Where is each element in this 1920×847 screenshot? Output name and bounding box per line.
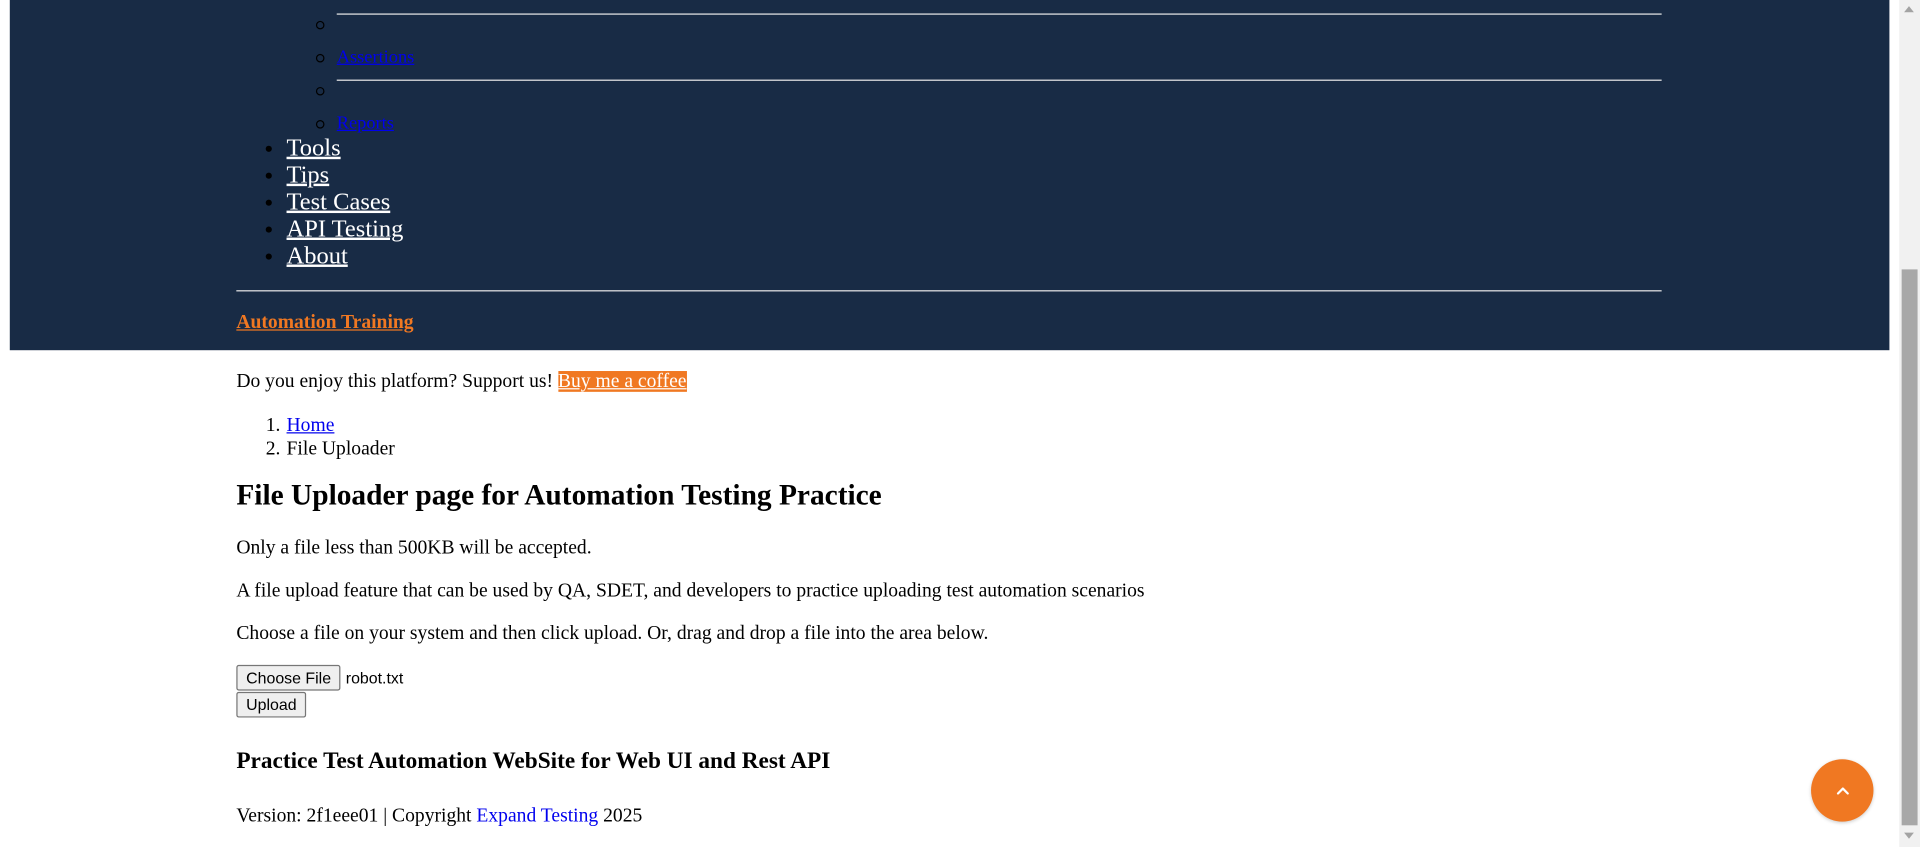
nav-bullet xyxy=(265,199,272,206)
nav-link[interactable]: Tools xyxy=(287,135,341,162)
instructions-text: Choose a file on your system and then cl… xyxy=(236,623,989,645)
version-text: Version: 2f1eee01 | Copyright xyxy=(236,805,472,827)
breadcrumb-current: File Uploader xyxy=(286,438,395,460)
submenu-bullet xyxy=(315,120,325,129)
file-input[interactable]: Choose File robot.txt xyxy=(236,664,404,691)
upload-button[interactable]: Upload xyxy=(236,691,307,718)
nav-divider xyxy=(236,290,1662,292)
nav-link[interactable]: About xyxy=(287,242,348,269)
submenu-divider xyxy=(336,13,1662,15)
buy-coffee-link[interactable]: Buy me a coffee xyxy=(557,371,687,392)
submenu-item-reports[interactable]: Reports xyxy=(337,113,394,135)
automation-training-link[interactable]: Automation Training xyxy=(236,312,413,333)
support-text: Do you enjoy this platform? Support us! xyxy=(236,371,554,392)
footer-title: Practice Test Automation WebSite for Web… xyxy=(236,748,831,774)
nav-item-test-cases[interactable]: Test Cases xyxy=(265,189,404,216)
back-to-top-button[interactable] xyxy=(1811,759,1874,822)
breadcrumb-item-current: 2. File Uploader xyxy=(236,437,395,460)
choose-file-button[interactable]: Choose File xyxy=(236,664,341,691)
nav-link[interactable]: Tips xyxy=(287,162,330,189)
chevron-up-icon xyxy=(1836,786,1849,794)
nav-item-about[interactable]: About xyxy=(265,242,404,269)
nav-bullet xyxy=(265,172,272,179)
breadcrumb-item-home[interactable]: 1. Home xyxy=(236,414,394,437)
version-line: Version: 2f1eee01 | Copyright Expand Tes… xyxy=(236,804,642,827)
support-banner: Do you enjoy this platform? Support us! … xyxy=(236,370,687,393)
submenu-item-assertions[interactable]: Assertions xyxy=(337,47,415,69)
nav-bullet xyxy=(265,145,272,152)
nav-bullet xyxy=(265,253,272,260)
automation-training-item[interactable]: Automation Training xyxy=(236,312,413,334)
page: Assertions Reports Tools Tips Test Cases… xyxy=(0,0,1920,847)
nav-bullet xyxy=(265,226,272,233)
breadcrumb-number: 2. xyxy=(265,438,281,460)
copyright-year: 2025 xyxy=(603,805,643,827)
vertical-scrollbar[interactable] xyxy=(1899,0,1920,847)
expand-testing-link[interactable]: Expand Testing xyxy=(476,806,598,827)
scroll-up-arrow-icon[interactable] xyxy=(1904,6,1914,13)
selected-file-name: robot.txt xyxy=(345,668,404,687)
nav-link[interactable]: Test Cases xyxy=(287,189,391,216)
nav-item-tips[interactable]: Tips xyxy=(265,162,404,189)
submenu-item-link[interactable]: Assertions xyxy=(337,48,415,68)
submenu-bullet xyxy=(315,86,325,96)
breadcrumb: 1. Home 2. File Uploader xyxy=(236,414,395,461)
page-title: File Uploader page for Automation Testin… xyxy=(236,480,882,512)
nav-item-api-testing[interactable]: API Testing xyxy=(265,216,404,243)
main-nav: Tools Tips Test Cases API Testing About xyxy=(265,135,404,269)
nav-item-tools[interactable]: Tools xyxy=(265,135,404,162)
upload-row: Upload xyxy=(236,691,307,718)
description-text: A file upload feature that can be used b… xyxy=(236,580,1145,602)
scrollbar-thumb[interactable] xyxy=(1901,269,1918,826)
breadcrumb-number: 1. xyxy=(265,415,281,436)
submenu-bullet xyxy=(315,20,325,30)
size-limit-text: Only a file less than 500KB will be acce… xyxy=(236,537,592,559)
viewport: Assertions Reports Tools Tips Test Cases… xyxy=(0,0,1920,847)
breadcrumb-link[interactable]: Home xyxy=(287,415,335,436)
scroll-down-arrow-icon[interactable] xyxy=(1904,832,1914,839)
nav-link[interactable]: API Testing xyxy=(287,216,404,243)
submenu-divider xyxy=(336,79,1662,81)
submenu-bullet xyxy=(315,53,325,63)
submenu-item-link[interactable]: Reports xyxy=(337,114,394,134)
